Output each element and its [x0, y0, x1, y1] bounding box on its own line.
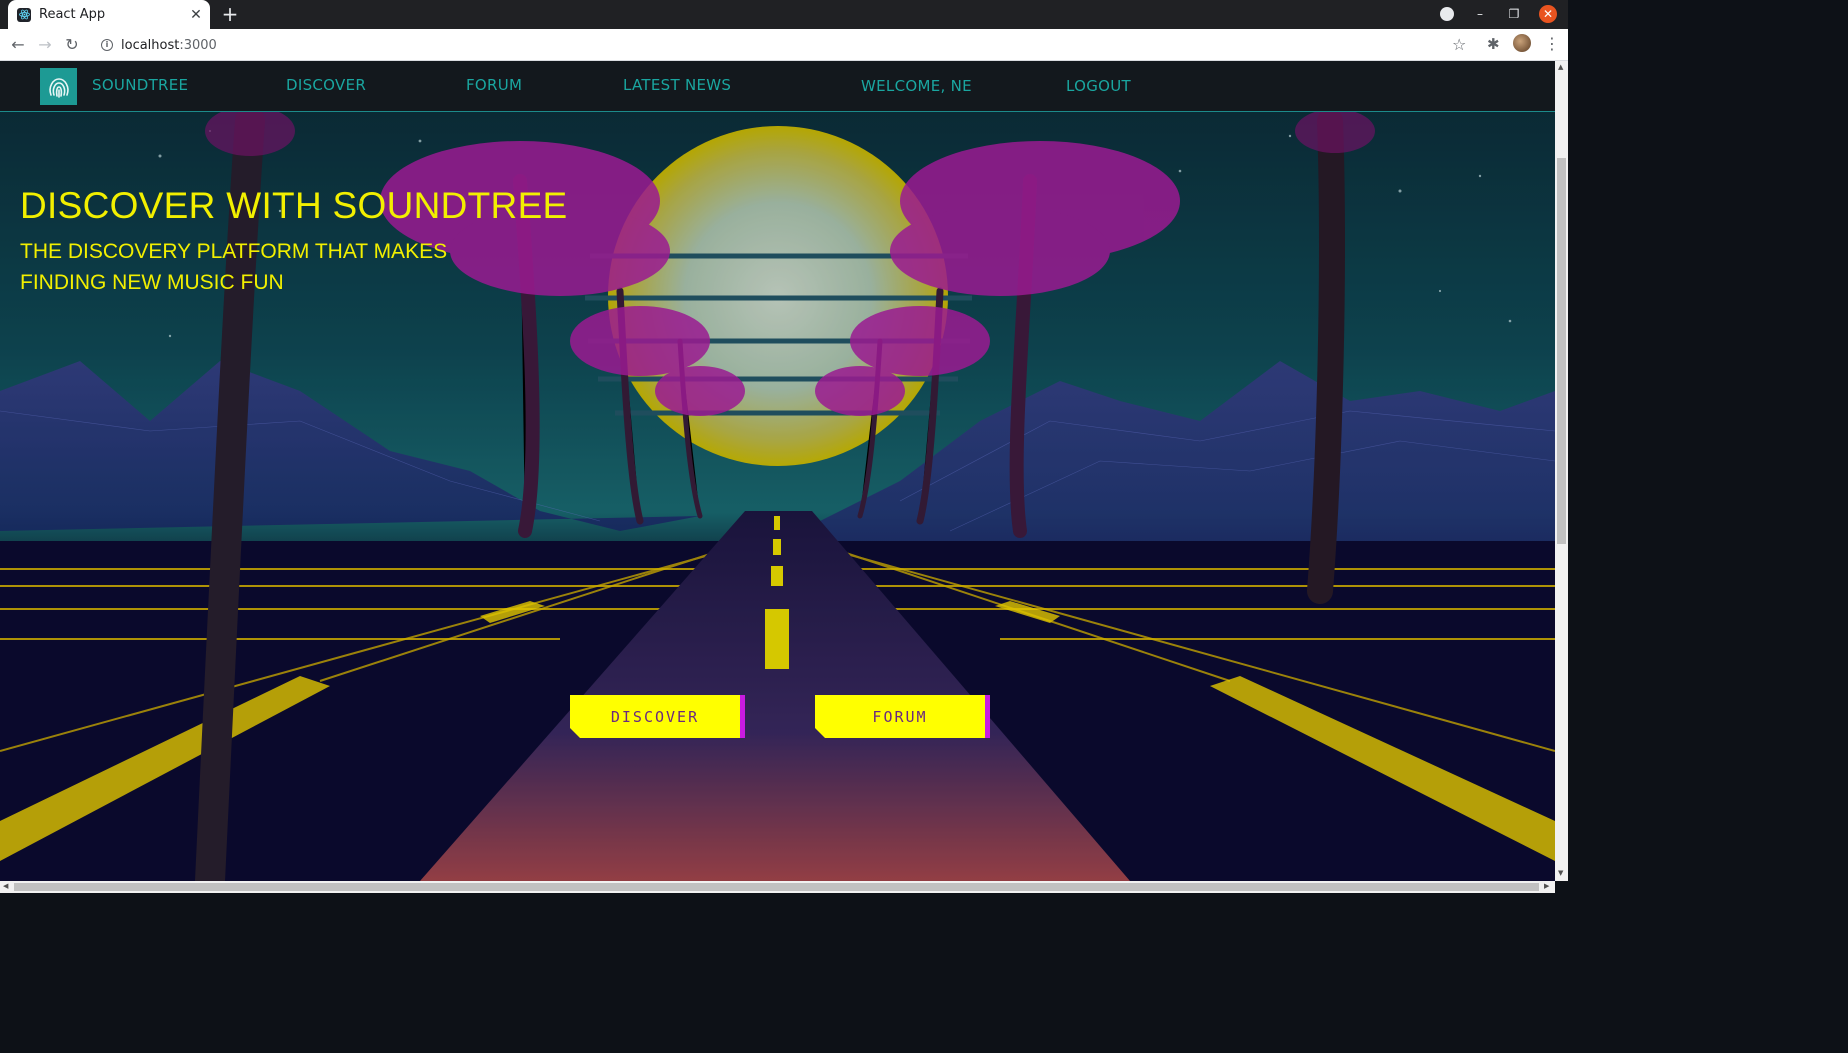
profile-avatar[interactable]: [1513, 34, 1531, 52]
back-icon[interactable]: ←: [8, 35, 28, 55]
nav-logout-link[interactable]: LOGOUT: [1066, 77, 1131, 95]
restore-icon[interactable]: ❐: [1505, 5, 1523, 23]
reload-icon[interactable]: ↻: [62, 35, 82, 55]
tab-title: React App: [39, 7, 106, 22]
window-close-icon[interactable]: ✕: [1539, 5, 1557, 23]
minimize-icon[interactable]: –: [1471, 5, 1489, 23]
forward-icon[interactable]: →: [35, 35, 55, 55]
address-bar[interactable]: i localhost:3000: [93, 32, 1480, 58]
new-tab-icon[interactable]: +: [220, 4, 240, 24]
hero-subtitle: THE DISCOVERY PLATFORM THAT MAKES FINDIN…: [20, 240, 448, 294]
scroll-left-icon[interactable]: ◀: [3, 882, 8, 890]
bookmark-star-icon[interactable]: ☆: [1452, 35, 1466, 54]
tab-search-icon[interactable]: [1440, 7, 1454, 21]
app-navbar: SOUNDTREE DISCOVER FORUM LATEST NEWS WEL…: [0, 61, 1555, 112]
react-favicon-icon: [17, 7, 31, 22]
soundtree-logo-icon[interactable]: [40, 68, 77, 105]
browser-toolbar: ← → ↻ i localhost:3000 ☆ ✱ ⋮: [0, 29, 1568, 61]
vertical-scrollbar[interactable]: ▲ ▼: [1555, 61, 1568, 881]
scroll-down-icon[interactable]: ▼: [1558, 869, 1563, 877]
browser-tab[interactable]: React App ✕: [8, 0, 210, 29]
horizontal-scroll-thumb[interactable]: [14, 883, 1539, 891]
page-viewport: SOUNDTREE DISCOVER FORUM LATEST NEWS WEL…: [0, 61, 1555, 881]
horizontal-scrollbar[interactable]: ◀ ▶: [0, 881, 1555, 893]
url-port: :3000: [179, 37, 217, 53]
nav-discover-link[interactable]: DISCOVER: [286, 76, 366, 94]
scroll-right-icon[interactable]: ▶: [1544, 882, 1549, 890]
browser-menu-icon[interactable]: ⋮: [1544, 34, 1560, 53]
nav-welcome-text: WELCOME, NE: [861, 77, 972, 95]
site-info-icon[interactable]: i: [101, 39, 113, 51]
tab-close-icon[interactable]: ✕: [188, 7, 204, 23]
nav-brand-link[interactable]: SOUNDTREE: [92, 76, 188, 94]
synthwave-background: [0, 61, 1555, 881]
scroll-up-icon[interactable]: ▲: [1558, 63, 1563, 71]
hero-title: DISCOVER WITH SOUNDTREE: [20, 185, 568, 226]
url-host: localhost: [121, 37, 180, 53]
browser-tab-bar: React App ✕ + – ❐ ✕: [0, 0, 1568, 29]
nav-forum-link[interactable]: FORUM: [466, 76, 522, 94]
extensions-icon[interactable]: ✱: [1487, 35, 1500, 53]
nav-latest-news-link[interactable]: LATEST NEWS: [623, 76, 731, 94]
discover-button[interactable]: DISCOVER: [570, 695, 745, 738]
discover-button-label: DISCOVER: [610, 707, 700, 726]
forum-button[interactable]: FORUM: [815, 695, 990, 738]
forum-button-label: FORUM: [872, 707, 928, 726]
vertical-scroll-thumb[interactable]: [1557, 158, 1566, 544]
